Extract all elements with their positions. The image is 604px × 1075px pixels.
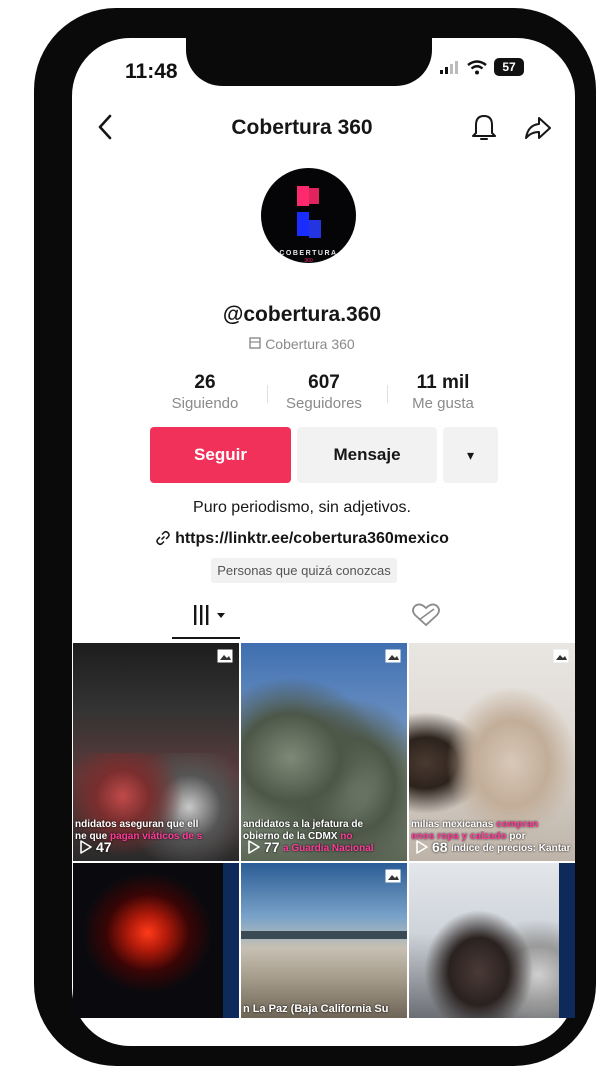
- avatar-wordmark: COBERTURA: [279, 250, 338, 257]
- message-button[interactable]: Mensaje: [297, 427, 437, 483]
- video-tile[interactable]: ndidatos aseguran que ell ne que pagan v…: [73, 643, 239, 861]
- stat-following-label: Siguiendo: [171, 395, 239, 412]
- profile-link-text: https://linktr.ee/cobertura360mexico: [175, 530, 449, 547]
- video-tile[interactable]: [73, 863, 239, 1018]
- follow-button[interactable]: Seguir: [150, 427, 291, 483]
- video-thumbnail-edge: [223, 863, 239, 1018]
- view-count: 77: [247, 839, 280, 855]
- stat-followers[interactable]: 607 Seguidores: [264, 372, 384, 412]
- play-icon: [248, 840, 260, 854]
- bridge-shape: [241, 931, 407, 939]
- logo-icon: [297, 186, 321, 238]
- video-tile[interactable]: milias mexicanas compran enos ropa y cal…: [409, 643, 575, 861]
- share-icon[interactable]: [523, 113, 553, 143]
- store-icon: [249, 336, 261, 352]
- bell-icon[interactable]: [470, 111, 498, 143]
- signal-icon: [440, 61, 458, 74]
- video-caption-line: a Guardia Nacional: [283, 843, 374, 854]
- video-tile[interactable]: [409, 863, 575, 1018]
- view-count: 47: [79, 839, 112, 855]
- photo-icon: [385, 869, 401, 883]
- play-icon: [80, 840, 92, 854]
- status-time: 11:48: [125, 60, 178, 83]
- photo-icon: [217, 649, 233, 663]
- photo-icon: [553, 649, 569, 663]
- profile-display-name: Cobertura 360: [0, 335, 604, 352]
- video-caption-line: andidatos a la jefatura de: [243, 819, 364, 830]
- display-name-text: Cobertura 360: [265, 336, 355, 353]
- stat-followers-label: Seguidores: [286, 395, 362, 412]
- fire-shape: [73, 863, 239, 1018]
- stat-likes-value: 11 mil: [416, 372, 470, 393]
- view-count: 68: [415, 839, 448, 855]
- stat-following-value: 26: [194, 372, 216, 393]
- suggested-accounts-button[interactable]: Personas que quizá conozcas: [211, 558, 397, 583]
- stat-likes[interactable]: 11 mil Me gusta: [383, 372, 503, 412]
- stat-following[interactable]: 26 Siguiendo: [145, 372, 265, 412]
- video-thumbnail-edge: [559, 863, 575, 1018]
- avatar-number: 360: [304, 258, 313, 263]
- wifi-icon: [467, 59, 487, 74]
- video-thumbnail: [241, 863, 407, 1018]
- profile-handle: @cobertura.360: [222, 303, 382, 326]
- status-icons: 57: [440, 58, 524, 76]
- link-icon: [156, 530, 170, 546]
- speaker-shape: [409, 863, 575, 1018]
- video-caption-line: ndidatos aseguran que ell: [75, 819, 199, 830]
- profile-link[interactable]: https://linktr.ee/cobertura360mexico: [0, 530, 604, 548]
- battery-icon: 57: [494, 58, 524, 76]
- grid-icon[interactable]: [180, 600, 240, 630]
- heart-hidden-icon[interactable]: [410, 600, 442, 630]
- phone-notch: [186, 28, 432, 86]
- video-tile[interactable]: andidatos a la jefatura de obierno de la…: [241, 643, 407, 861]
- avatar[interactable]: COBERTURA 360: [261, 168, 356, 263]
- profile-bio: Puro periodismo, sin adjetivos.: [193, 499, 411, 516]
- active-tab-indicator: [172, 637, 240, 639]
- stat-likes-label: Me gusta: [412, 395, 474, 412]
- video-caption-line: milias mexicanas compran: [411, 819, 539, 830]
- page-title: Cobertura 360: [231, 116, 373, 139]
- more-dropdown-button[interactable]: ▾: [443, 427, 498, 483]
- play-icon: [416, 840, 428, 854]
- photo-icon: [385, 649, 401, 663]
- stat-followers-value: 607: [308, 372, 340, 393]
- video-caption-line: índice de precios: Kantar: [451, 843, 571, 854]
- video-caption-line: n La Paz (Baja California Su: [243, 1003, 389, 1015]
- video-tile[interactable]: n La Paz (Baja California Su: [241, 863, 407, 1018]
